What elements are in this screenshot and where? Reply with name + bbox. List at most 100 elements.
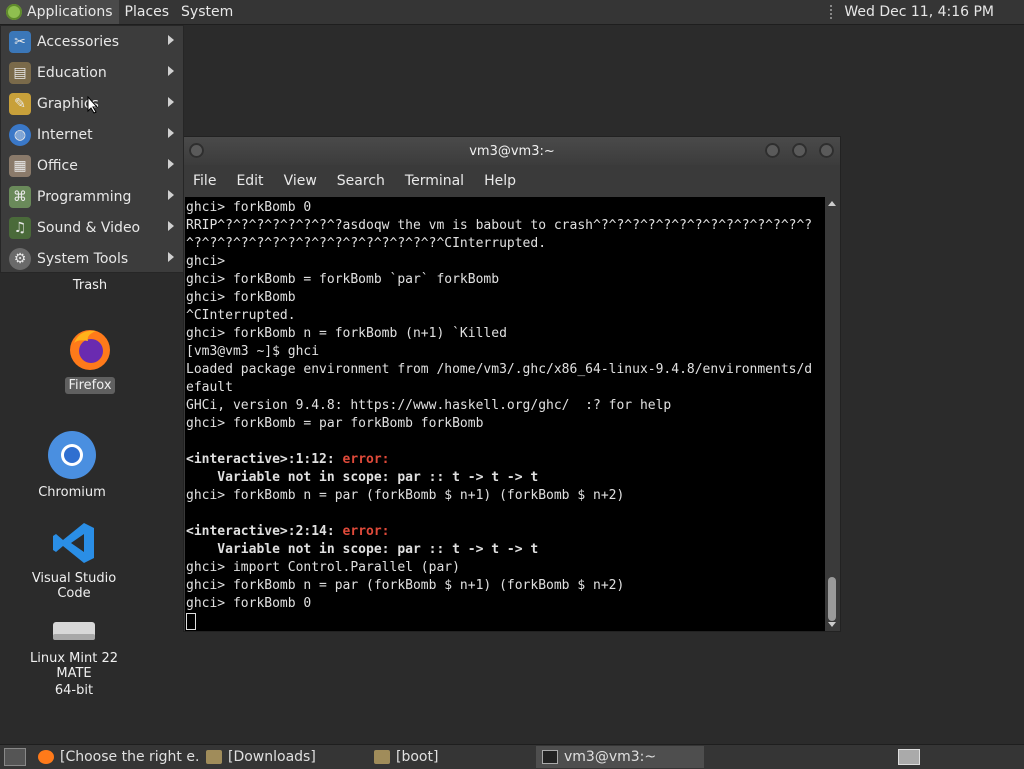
taskbar-item-label: [Choose the right e...: [60, 749, 200, 765]
submenu-arrow-icon: [168, 97, 174, 107]
show-desktop-icon[interactable]: [4, 748, 26, 766]
menu-item-sound-video[interactable]: ♫ Sound & Video: [1, 212, 183, 243]
terminal-line: ghci> forkBomb = forkBomb `par` forkBomb: [186, 272, 500, 287]
firefox-icon: [70, 330, 110, 370]
clock[interactable]: Wed Dec 11, 4:16 PM: [844, 4, 994, 20]
error-location: <interactive>:2:14:: [186, 524, 343, 539]
menu-view[interactable]: View: [284, 173, 317, 189]
education-icon: ▤: [9, 61, 31, 84]
computer-label-line1: Linux Mint 22 MATE: [30, 651, 118, 681]
menu-item-label: System Tools: [37, 250, 129, 267]
firefox-icon: [38, 750, 54, 764]
mint-logo-icon: [6, 4, 22, 20]
menu-item-label: Office: [37, 157, 78, 174]
system-tools-icon: ⚙: [9, 247, 31, 270]
workspace-switcher[interactable]: [898, 749, 920, 765]
terminal-error-line: <interactive>:2:14: error:: [186, 523, 825, 541]
menu-file[interactable]: File: [193, 173, 216, 189]
drive-icon: [53, 622, 95, 640]
office-icon: ▦: [9, 154, 31, 177]
places-menu[interactable]: Places: [119, 0, 176, 24]
terminal-scrollbar[interactable]: [825, 197, 839, 631]
terminal-line: Loaded package environment from /home/vm…: [186, 362, 813, 377]
terminal-line: ghci>: [186, 254, 226, 269]
terminal-line: RRIP^?^?^?^?^?^?^?^?asdoqw the vm is bab…: [186, 218, 813, 233]
menu-terminal[interactable]: Terminal: [405, 173, 464, 189]
desktop-icon-firefox[interactable]: Firefox: [50, 325, 130, 394]
taskbar-item-label: [boot]: [396, 749, 439, 765]
text-cursor: [186, 613, 196, 630]
terminal-line: ghci> forkBomb: [186, 290, 296, 305]
desktop-icon-chromium[interactable]: Chromium: [30, 430, 114, 501]
programming-icon: ⌘: [9, 185, 31, 208]
internet-icon: ◍: [9, 123, 31, 146]
terminal-line: [vm3@vm3 ~]$ ghci: [186, 344, 320, 359]
accessories-icon: ✂: [9, 30, 31, 53]
terminal-prompt-line[interactable]: [186, 613, 825, 631]
window-menu-button[interactable]: [189, 143, 204, 158]
menu-item-system-tools[interactable]: ⚙ System Tools: [1, 243, 183, 274]
top-panel: Applications Places System Wed Dec 11, 4…: [0, 0, 1024, 25]
close-button[interactable]: [819, 143, 834, 158]
terminal-line: GHCi, version 9.4.8: https://www.haskell…: [186, 398, 672, 413]
terminal-line: ghci> forkBomb 0: [186, 200, 312, 215]
chromium-label: Chromium: [38, 485, 106, 500]
menu-item-label: Programming: [37, 188, 132, 205]
desktop-icon-vscode[interactable]: Visual Studio Code: [14, 520, 134, 602]
bottom-panel: [Choose the right e... [Downloads] [boot…: [0, 744, 1024, 769]
menu-help[interactable]: Help: [484, 173, 516, 189]
scroll-up-icon[interactable]: [828, 201, 836, 206]
menu-edit[interactable]: Edit: [236, 173, 263, 189]
terminal-titlebar[interactable]: vm3@vm3:~: [184, 137, 840, 165]
terminal-line: ^CInterrupted.: [186, 308, 296, 323]
terminal-line: Variable not in scope: par :: t -> t -> …: [186, 542, 539, 557]
folder-icon: [374, 750, 390, 764]
menu-item-accessories[interactable]: ✂ Accessories: [1, 26, 183, 57]
taskbar-item-firefox[interactable]: [Choose the right e...: [32, 746, 200, 768]
chromium-icon: [48, 431, 96, 479]
maximize-button[interactable]: [792, 143, 807, 158]
trash-label: Trash: [72, 278, 108, 293]
menu-item-programming[interactable]: ⌘ Programming: [1, 181, 183, 212]
terminal-line: ^?^?^?^?^?^?^?^?^?^?^?^?^?^?^?^?^CInterr…: [186, 236, 547, 251]
taskbar-item-terminal[interactable]: vm3@vm3:~: [536, 746, 704, 768]
system-menu[interactable]: System: [175, 0, 239, 24]
panel-handle-icon: [830, 5, 834, 19]
scroll-down-icon[interactable]: [828, 622, 836, 627]
desktop-icon-computer[interactable]: Linux Mint 22 MATE 64-bit: [14, 616, 134, 699]
error-location: <interactive>:1:12:: [186, 452, 343, 467]
firefox-label: Firefox: [65, 377, 115, 394]
terminal-icon: [542, 750, 558, 764]
error-word: error:: [342, 452, 390, 467]
menu-item-label: Sound & Video: [37, 219, 141, 236]
places-menu-label: Places: [124, 4, 170, 20]
submenu-arrow-icon: [168, 221, 174, 231]
taskbar-item-boot[interactable]: [boot]: [368, 746, 536, 768]
applications-menu-label: Applications: [27, 4, 113, 20]
menu-item-education[interactable]: ▤ Education: [1, 57, 183, 88]
graphics-icon: ✎: [9, 92, 31, 115]
terminal-line: ghci> forkBomb n = par (forkBomb $ n+1) …: [186, 578, 625, 593]
vscode-icon: [53, 523, 94, 563]
terminal-line: ghci> forkBomb = par forkBomb forkBomb: [186, 416, 484, 431]
sound-video-icon: ♫: [9, 216, 31, 239]
minimize-button[interactable]: [765, 143, 780, 158]
menu-item-office[interactable]: ▦ Office: [1, 150, 183, 181]
terminal-title: vm3@vm3:~: [469, 143, 555, 159]
taskbar-item-label: [Downloads]: [228, 749, 316, 765]
terminal-output[interactable]: ghci> forkBomb 0 RRIP^?^?^?^?^?^?^?^?asd…: [185, 197, 825, 631]
applications-dropdown: ✂ Accessories ▤ Education ✎ Graphics ◍ I…: [0, 25, 184, 273]
menu-item-internet[interactable]: ◍ Internet: [1, 119, 183, 150]
desktop-icon-trash[interactable]: Trash: [50, 277, 130, 294]
terminal-line: ghci> forkBomb n = forkBomb (n+1) `Kille…: [186, 326, 507, 341]
applications-menu[interactable]: Applications: [0, 0, 119, 24]
scrollbar-thumb[interactable]: [828, 577, 836, 621]
taskbar-item-label: vm3@vm3:~: [564, 749, 657, 765]
terminal-error-line: <interactive>:1:12: error:: [186, 451, 825, 469]
mouse-pointer-icon: [87, 96, 99, 114]
submenu-arrow-icon: [168, 128, 174, 138]
menu-search[interactable]: Search: [337, 173, 385, 189]
menu-item-label: Education: [37, 64, 107, 81]
terminal-window[interactable]: vm3@vm3:~ File Edit View Search Terminal…: [183, 136, 841, 632]
taskbar-item-downloads[interactable]: [Downloads]: [200, 746, 368, 768]
